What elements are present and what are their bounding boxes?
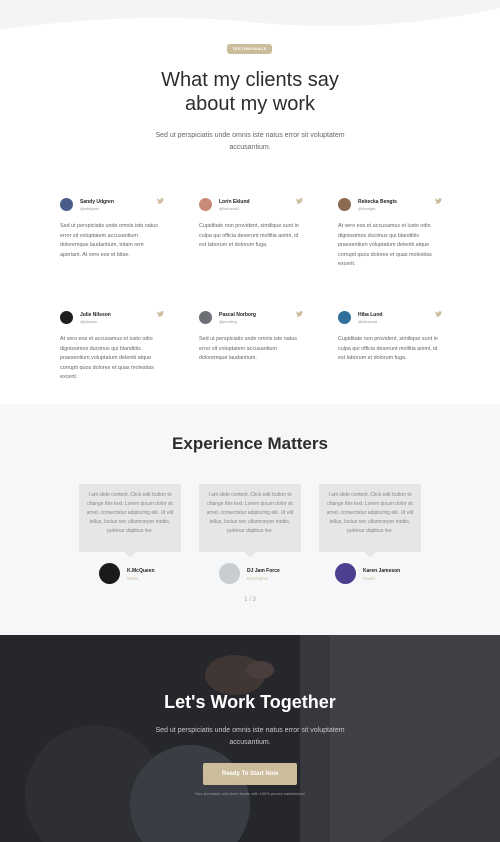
author-role: Model [363,576,375,581]
client-handle: @sdaigren [80,206,100,211]
client-name: Rebecka Bengts [358,199,397,205]
client-name: Julie Nilsson [80,312,111,318]
title-line-1: What my clients say [161,69,339,91]
avatar [60,198,73,211]
testimonials-section: TESTIMONIALS What my clients say about m… [0,0,500,404]
client-handle: @julinssn [80,319,98,324]
cta-subtitle: Sed ut perspiciatis unde omnis iste natu… [155,727,345,746]
author-name: K.McQueen [127,568,155,574]
quote-pointer [364,546,376,558]
client-handle: @pnnrbrg [219,319,237,324]
avatar [99,563,120,584]
ready-to-start-button[interactable]: Ready To Start Now [203,763,297,785]
cta-title: Let's Work Together [164,692,336,712]
slide-quote-text: I am slide content. Click edit button to… [326,492,414,534]
avatar [199,311,212,324]
testimonials-badge: TESTIMONIALS [227,44,272,54]
quote-pointer [244,546,256,558]
twitter-icon[interactable] [296,198,303,204]
slide-quote: I am slide content. Click edit button to… [79,484,181,558]
testimonial-text: Sed ut perspiciatis unde omnis iste natu… [199,336,297,362]
experience-title: Experience Matters [172,434,328,453]
cta-note: Your purchase and dear results with 100%… [194,791,306,796]
twitter-icon[interactable] [435,311,442,317]
testimonial-text: Sed ut perspiciatis unde omnis iste natu… [60,223,158,258]
author-name: Karen Jameson [363,568,401,574]
avatar [199,198,212,211]
testimonial-text: At vero eos et accusamus et iusto odio d… [338,223,432,268]
client-name: Lorin Eklund [219,199,250,205]
author-name: DJ Jam Force [247,568,280,574]
title-line-2: about my work [184,93,316,115]
twitter-icon[interactable] [157,198,164,204]
slide-quote-text: I am slide content. Click edit button to… [86,492,174,534]
author-role: Entertainer [247,576,269,581]
author-role: Writer [127,576,139,581]
twitter-icon[interactable] [435,198,442,204]
cta-section: Let's Work Together Sed ut perspiciatis … [0,635,500,842]
slide-quote: I am slide content. Click edit button to… [319,484,421,558]
avatar [60,311,73,324]
client-handle: @rbengts [358,206,376,211]
quote-pointer [124,546,136,558]
client-name: Sandy Udgren [80,199,114,205]
slide-quote-text: I am slide content. Click edit button to… [206,492,294,534]
slide-author: K.McQueen Writer [79,563,181,585]
avatar [338,198,351,211]
client-handle: @hibalund [358,319,378,324]
avatar [338,311,351,324]
client-name: Hiba Lund [358,312,383,318]
testimonial-text: Cupiditate non provident, similique sunt… [338,336,438,362]
client-handle: @lorinekd2 [219,206,240,211]
avatar [219,563,240,584]
slide-author: DJ Jam Force Entertainer [199,563,301,585]
section-title: What my clients say about my work [100,68,400,116]
top-wave-decoration [0,0,500,30]
slide-author: Karen Jameson Model [315,563,417,585]
experience-section: Experience Matters I am slide content. C… [0,404,500,635]
avatar [335,563,356,584]
slide-quote: I am slide content. Click edit button to… [199,484,301,558]
slider-pagination[interactable]: 1 / 3 [230,597,270,603]
testimonial-text: Cupiditate non provident, similique sunt… [199,223,299,249]
testimonial-text: At vero eos et accusamus et iusto odio d… [60,336,154,381]
client-name: Pascal Norborg [219,312,256,318]
twitter-icon[interactable] [296,311,303,317]
twitter-icon[interactable] [157,311,164,317]
section-subtitle: Sed ut perspiciatis unde omnis iste natu… [155,132,345,151]
